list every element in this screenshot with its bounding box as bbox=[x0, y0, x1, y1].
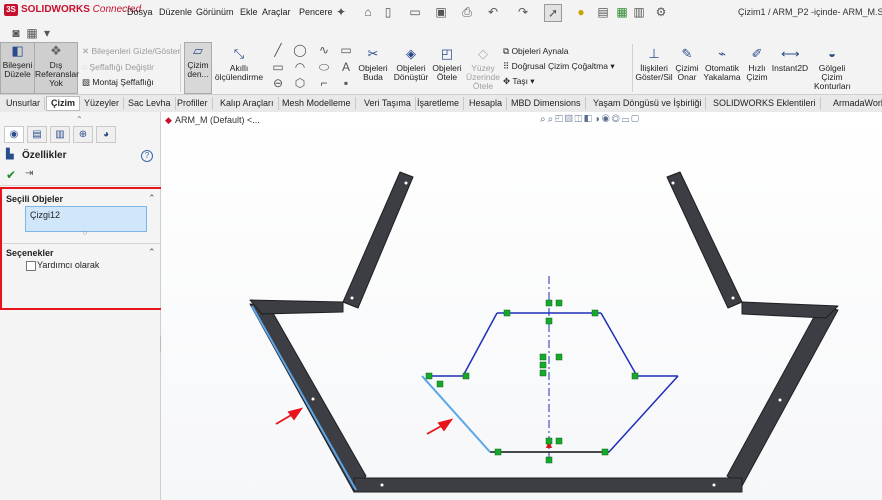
relation-marker bbox=[545, 299, 553, 307]
hole bbox=[350, 296, 354, 300]
hole bbox=[778, 398, 782, 402]
relation-marker bbox=[494, 448, 502, 456]
sketch-relations bbox=[425, 299, 639, 464]
sheet-metal-frame bbox=[249, 171, 839, 493]
annotation-arrowhead-left bbox=[287, 407, 304, 421]
bottom-plate bbox=[353, 477, 743, 493]
hole bbox=[671, 181, 675, 185]
relation-marker bbox=[555, 437, 563, 445]
relation-marker bbox=[539, 361, 547, 369]
relation-marker bbox=[631, 372, 639, 380]
hole bbox=[712, 483, 716, 487]
relation-marker bbox=[545, 317, 553, 325]
relation-marker bbox=[555, 353, 563, 361]
annotation-arrows bbox=[275, 407, 454, 435]
sketch-line-upper-left bbox=[462, 312, 498, 377]
right-top-lip bbox=[741, 301, 839, 319]
left-top-lip bbox=[249, 299, 344, 315]
relation-marker bbox=[539, 369, 547, 377]
annotation-arrowhead-right bbox=[437, 418, 454, 432]
right-lower-side bbox=[726, 305, 839, 487]
sketch-profile[interactable] bbox=[430, 312, 679, 453]
relation-marker bbox=[503, 309, 511, 317]
relation-marker bbox=[425, 372, 433, 380]
relation-marker bbox=[545, 437, 553, 445]
selected-sketch-line-cizgi12[interactable] bbox=[421, 375, 491, 453]
sketch-line-lower-right bbox=[608, 375, 679, 453]
hole bbox=[404, 181, 408, 185]
relation-marker bbox=[555, 299, 563, 307]
relation-marker bbox=[462, 372, 470, 380]
left-upper-flange bbox=[342, 171, 414, 309]
right-upper-flange bbox=[666, 171, 743, 309]
relation-marker bbox=[591, 309, 599, 317]
selected-frame-edge[interactable] bbox=[251, 305, 357, 491]
relation-marker bbox=[436, 380, 444, 388]
hole bbox=[731, 296, 735, 300]
relation-marker bbox=[545, 456, 553, 464]
hole bbox=[311, 397, 315, 401]
sketch-canvas[interactable] bbox=[0, 0, 882, 500]
relation-marker bbox=[601, 448, 609, 456]
relation-marker bbox=[539, 353, 547, 361]
hole bbox=[380, 483, 384, 487]
sketch-line-upper-right bbox=[600, 312, 638, 377]
